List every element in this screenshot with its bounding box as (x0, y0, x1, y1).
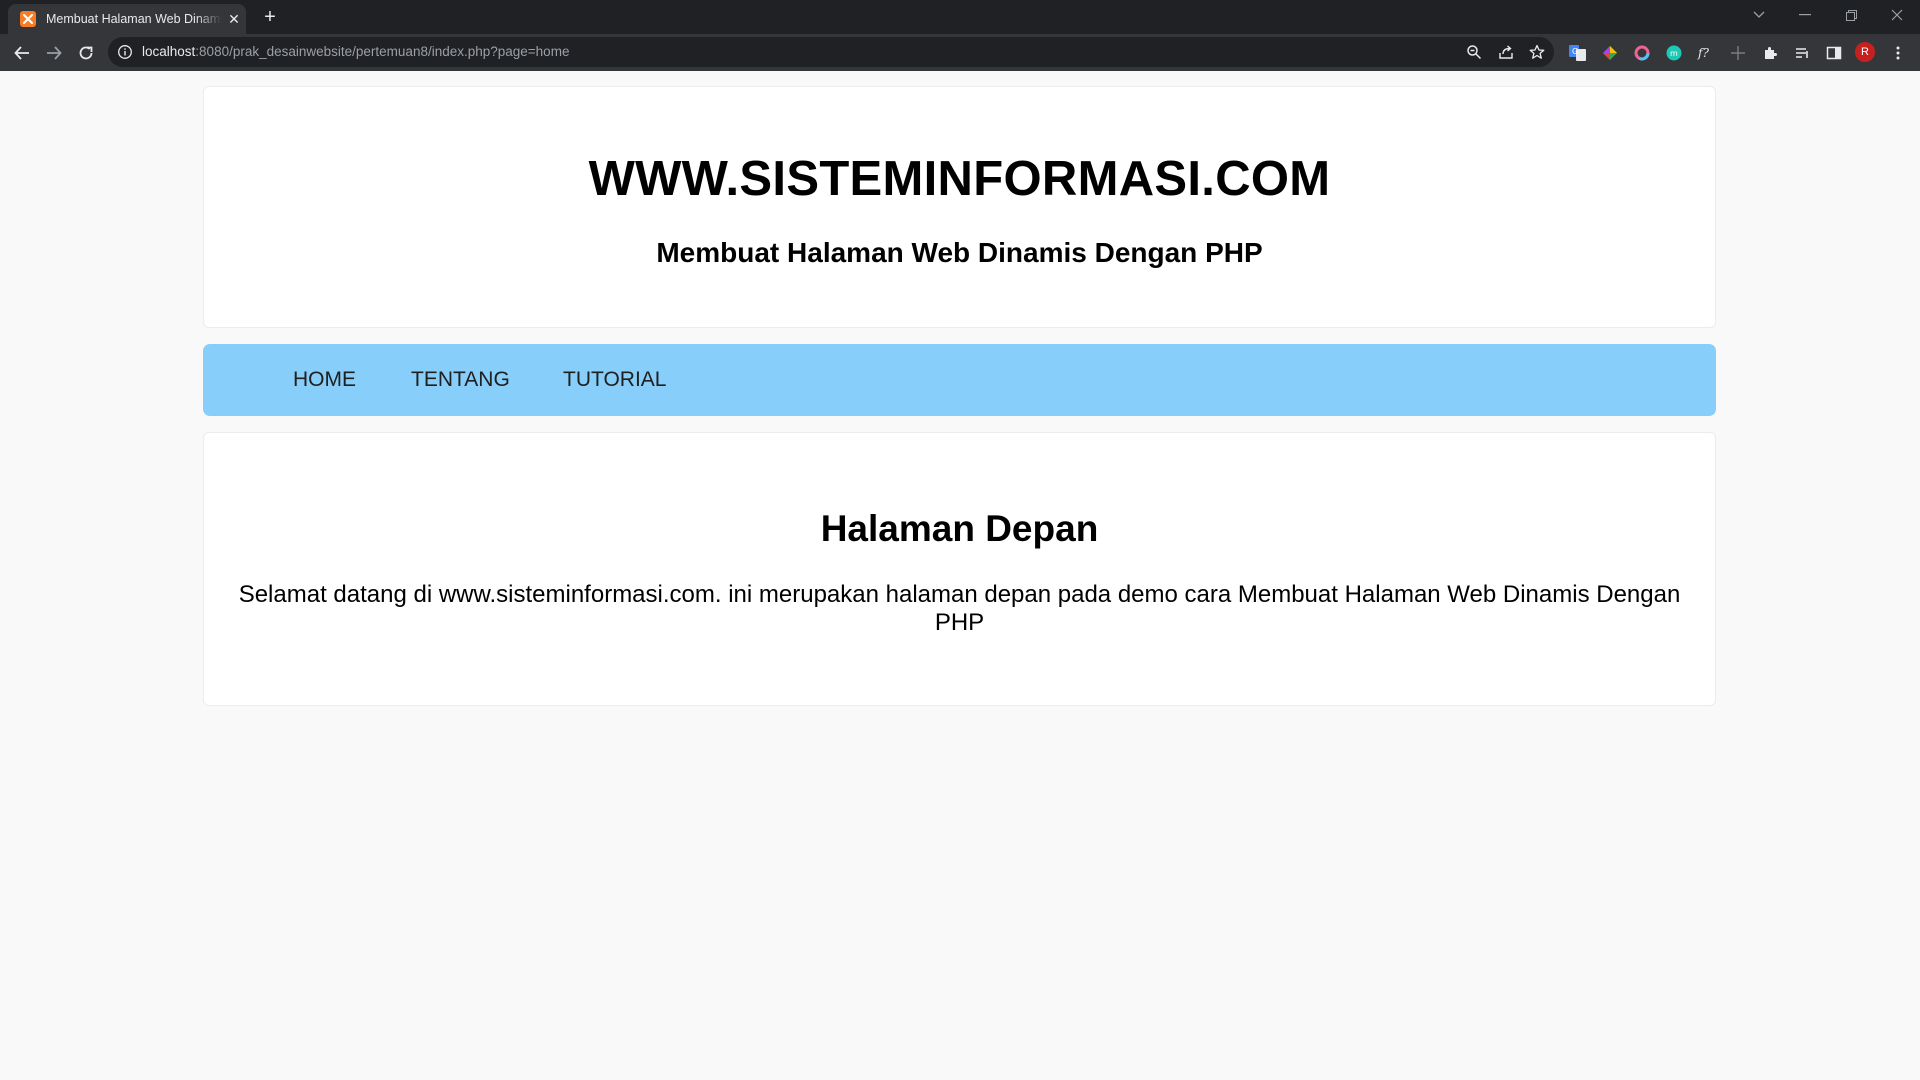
bookmark-star-icon[interactable] (1526, 41, 1548, 63)
minimize-window-icon[interactable] (1790, 4, 1820, 26)
site-subtitle: Membuat Halaman Web Dinamis Dengan PHP (656, 237, 1263, 268)
nav-link-home[interactable]: HOME (293, 344, 356, 416)
profile-avatar[interactable]: R (1855, 42, 1875, 62)
share-icon[interactable] (1495, 41, 1517, 63)
ring-extension-icon[interactable] (1632, 43, 1652, 63)
address-bar[interactable]: localhost:8080/prak_desainwebsite/pertem… (108, 37, 1554, 67)
close-window-icon[interactable] (1882, 4, 1912, 26)
m-extension-icon[interactable]: m (1664, 43, 1684, 63)
back-arrow-icon[interactable] (8, 39, 36, 67)
main-navigation: HOME TENTANG TUTORIAL (203, 344, 1716, 416)
side-panel-icon[interactable] (1824, 43, 1844, 63)
translate-extension-icon[interactable]: G (1568, 43, 1588, 63)
browser-tab-strip: Membuat Halaman Web Dinamis Dengan PHP ✕… (0, 0, 1920, 34)
site-title: WWW.SISTEMINFORMASI.COM (588, 152, 1331, 206)
browser-tab-active[interactable]: Membuat Halaman Web Dinamis Dengan PHP ✕ (8, 4, 246, 34)
tab-search-chevron-icon[interactable] (1744, 4, 1774, 26)
nav-link-tentang[interactable]: TENTANG (411, 344, 510, 416)
restore-window-icon[interactable] (1836, 4, 1866, 26)
content-paragraph: Selamat datang di www.sisteminformasi.co… (238, 581, 1681, 636)
new-tab-button[interactable]: + (258, 5, 282, 29)
reload-icon[interactable] (72, 39, 100, 67)
forward-arrow-icon[interactable] (40, 39, 68, 67)
svg-text:m: m (1670, 49, 1678, 58)
xampp-favicon-icon (20, 11, 36, 27)
zoom-icon[interactable] (1463, 41, 1485, 63)
content-title: Halaman Depan (820, 508, 1099, 549)
browser-toolbar: localhost:8080/prak_desainwebsite/pertem… (0, 34, 1920, 71)
tab-title: Membuat Halaman Web Dinamis Dengan PHP (46, 12, 222, 26)
svg-text:G: G (1572, 47, 1578, 56)
font-extension-icon[interactable]: f? (1696, 43, 1716, 63)
url-path: :8080/prak_desainwebsite/pertemuan8/inde… (195, 44, 570, 59)
site-header: WWW.SISTEMINFORMASI.COM Membuat Halaman … (203, 86, 1716, 328)
svg-text:f?: f? (1697, 46, 1709, 60)
tab-close-icon[interactable]: ✕ (226, 11, 242, 27)
url-host: localhost (142, 44, 196, 59)
ruler-extension-icon[interactable] (1728, 43, 1748, 63)
reading-list-icon[interactable] (1792, 43, 1812, 63)
main-content: Halaman Depan Selamat datang di www.sist… (203, 432, 1716, 706)
page-viewport: WWW.SISTEMINFORMASI.COM Membuat Halaman … (0, 71, 1920, 1080)
extensions-puzzle-icon[interactable] (1760, 43, 1780, 63)
url-text[interactable]: localhost:8080/prak_desainwebsite/pertem… (142, 44, 569, 59)
color-picker-extension-icon[interactable] (1600, 43, 1620, 63)
browser-menu-icon[interactable] (1888, 43, 1908, 63)
site-info-icon[interactable] (117, 44, 133, 60)
nav-link-tutorial[interactable]: TUTORIAL (563, 344, 666, 416)
